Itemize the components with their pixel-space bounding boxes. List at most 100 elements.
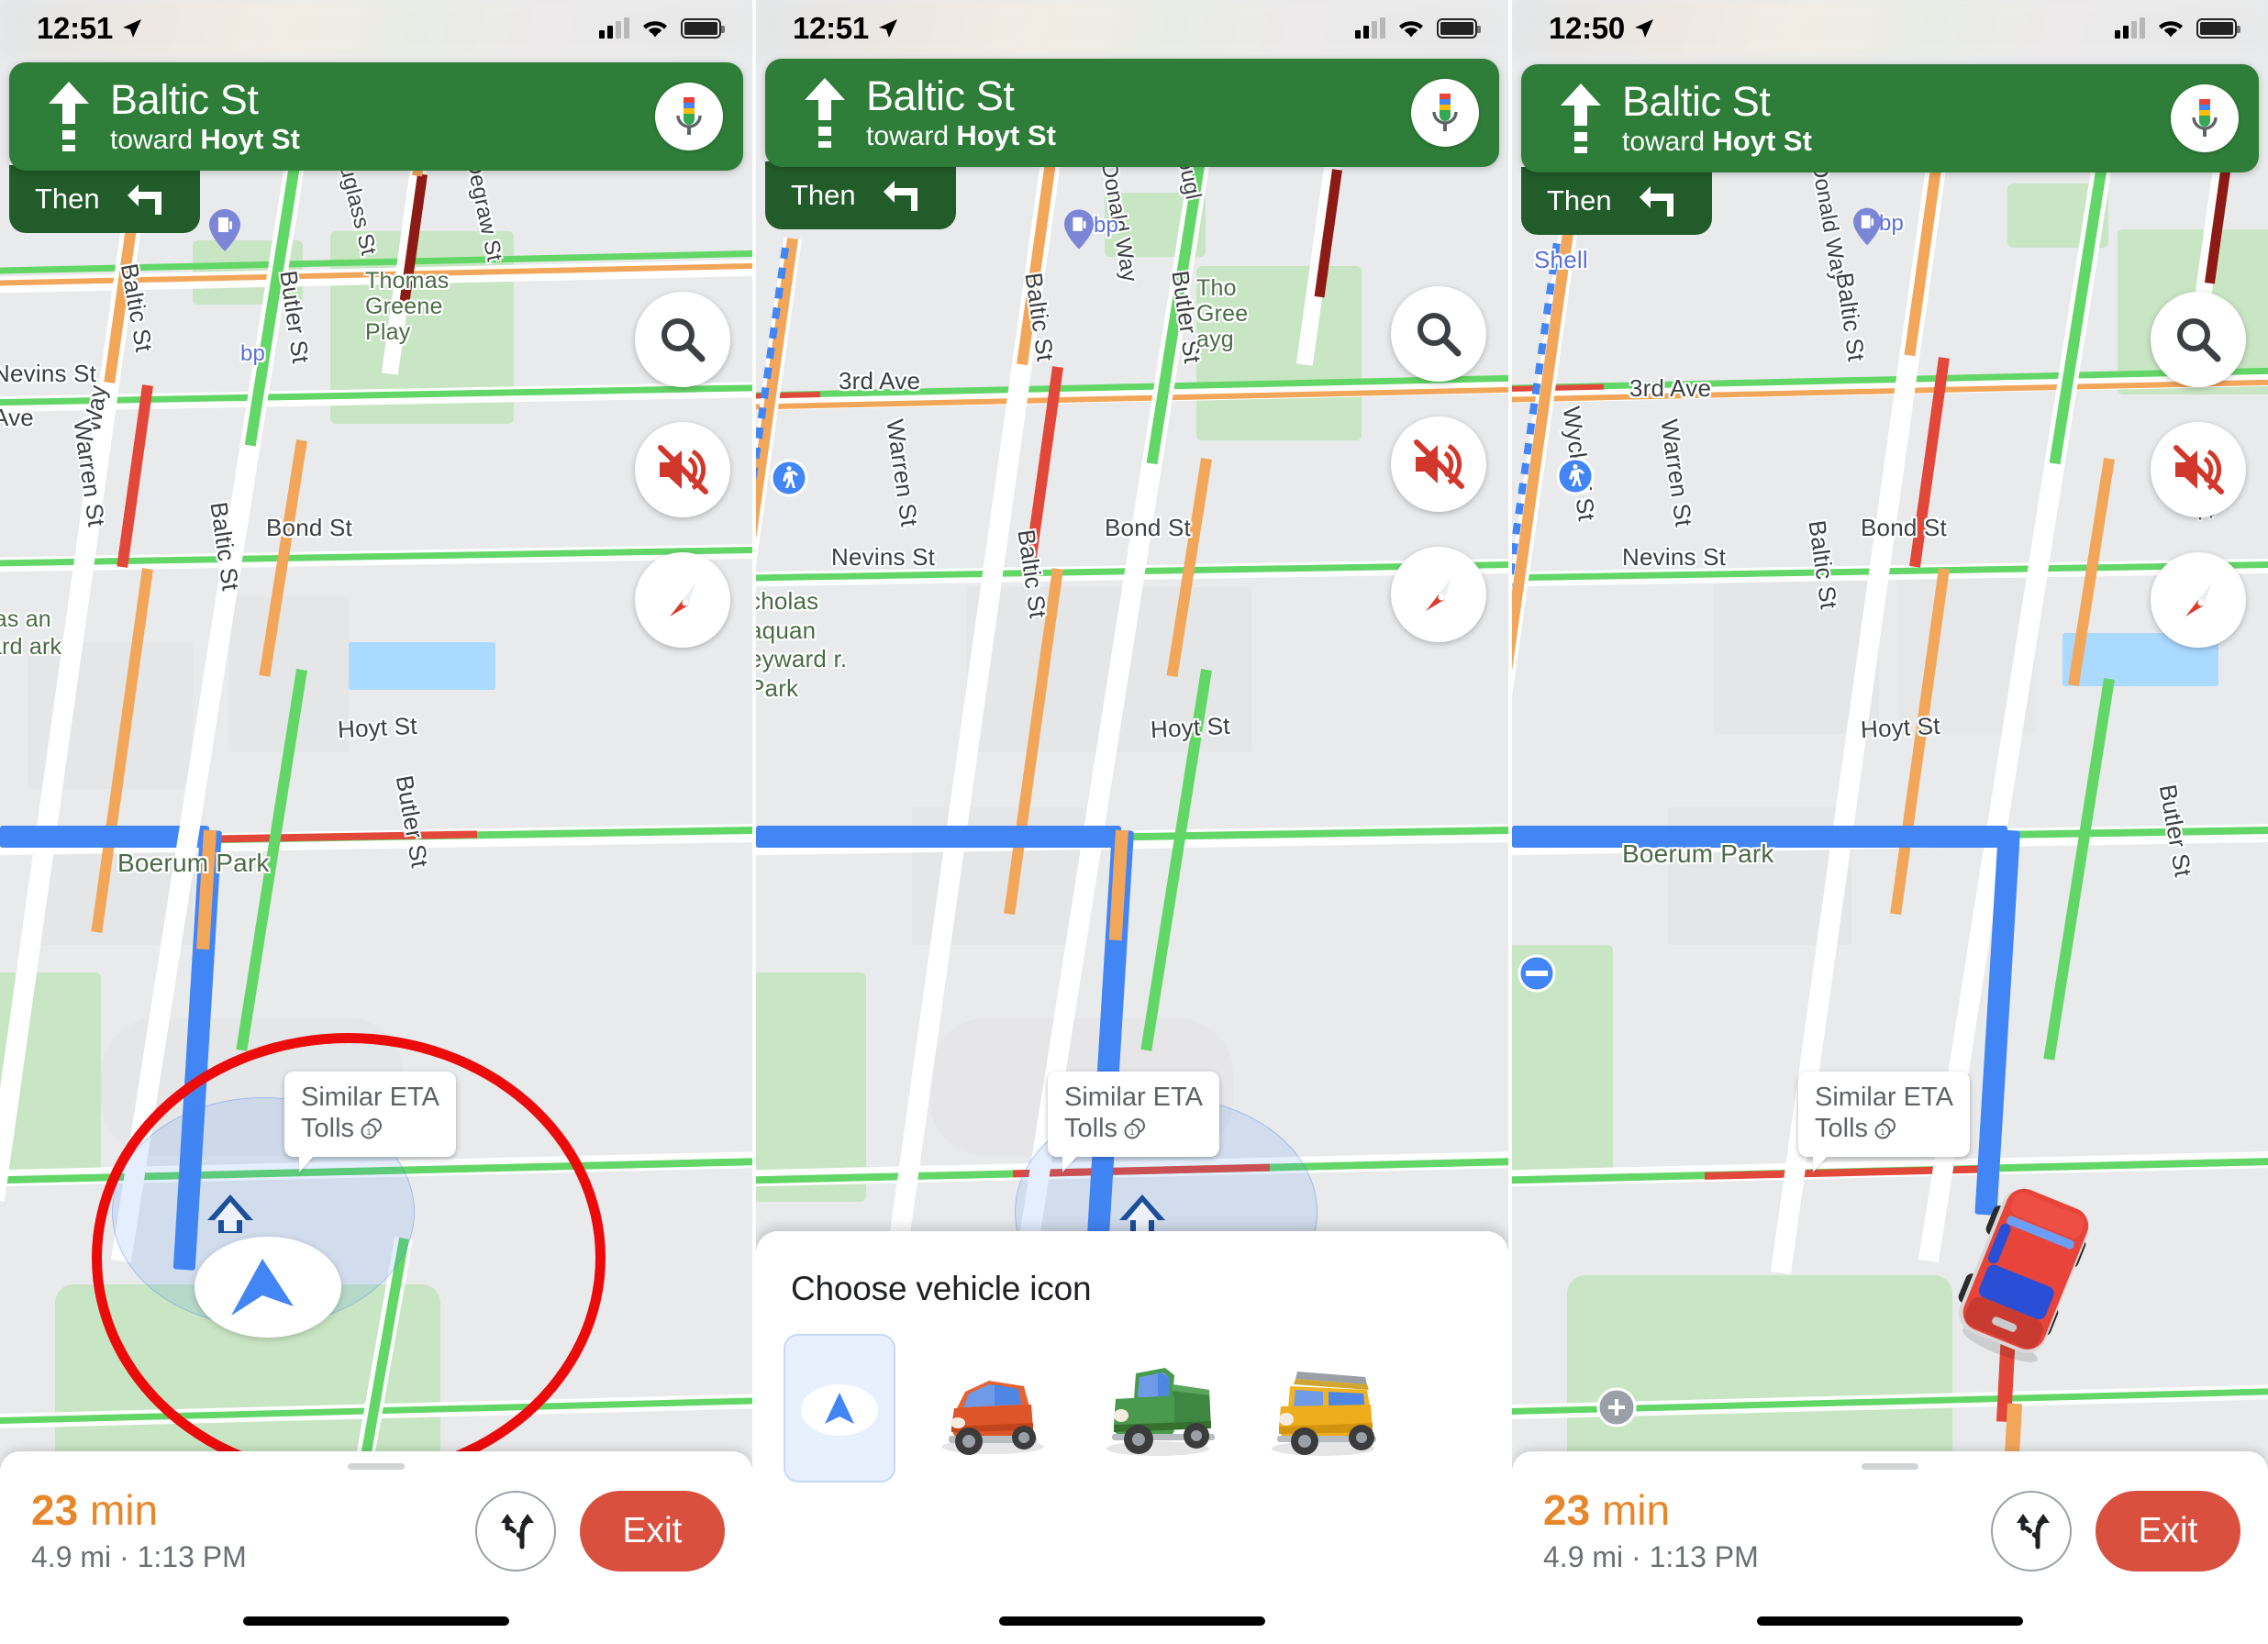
- eta-info: 23 min 4.9 mi · 1:13 PM: [1543, 1489, 1991, 1574]
- vehicle-option-pickup[interactable]: [1088, 1334, 1226, 1483]
- choose-vehicle-icon-sheet[interactable]: Choose vehicle icon: [756, 1231, 1508, 1644]
- trip-bottom-sheet[interactable]: 23 min 4.9 mi · 1:13 PM Exit: [1512, 1451, 2268, 1644]
- status-time-group: 12:51: [793, 11, 899, 46]
- mute-button[interactable]: [1391, 417, 1486, 512]
- map-label: Nevins St: [1622, 543, 1727, 571]
- compass-button[interactable]: [2151, 552, 2246, 648]
- microphone-icon[interactable]: [2171, 84, 2239, 152]
- svg-text:1: 1: [367, 1127, 372, 1137]
- navigation-text: Baltic St toward Hoyt St: [1617, 80, 2171, 156]
- park-label: Boerum Park: [1622, 839, 1774, 868]
- navigation-banner: Baltic St toward Hoyt St: [1521, 64, 2259, 172]
- map-canvas-3[interactable]: Shell 3rd Ave Willie McDonald Way Baltic…: [1512, 0, 2268, 1644]
- vehicle-option-suv[interactable]: [1253, 1334, 1391, 1483]
- sheet-grabber[interactable]: [1862, 1463, 1918, 1470]
- callout-eta-text: Similar ETA: [1815, 1083, 1953, 1112]
- battery-icon: [681, 18, 725, 39]
- nav-toward-street: Hoyt St: [200, 122, 300, 155]
- search-button[interactable]: [1391, 286, 1486, 382]
- gas-station-pin-icon[interactable]: [1064, 209, 1094, 250]
- alternate-routes-button[interactable]: [475, 1491, 556, 1572]
- microphone-icon[interactable]: [1411, 79, 1479, 147]
- svg-text:1: 1: [1130, 1127, 1135, 1137]
- then-label: Then: [1547, 184, 1612, 217]
- map-canvas-1[interactable]: Way Ave Baltic St bp Douglass St Degraw …: [0, 0, 752, 1644]
- alternate-routes-icon: [2017, 1514, 2050, 1550]
- park-label: Boerum Park: [117, 849, 270, 877]
- map-label: Hoyt St: [1860, 711, 1941, 744]
- nav-toward: toward Hoyt St: [110, 122, 655, 155]
- status-time-group: 12:50: [1549, 11, 1655, 46]
- poi-label-bp[interactable]: bp: [1094, 213, 1118, 239]
- map-label: 3rd Ave: [1629, 374, 1712, 402]
- mute-button[interactable]: [635, 422, 730, 517]
- status-bar: 12:50: [1512, 0, 2268, 57]
- nav-street-name: Baltic St: [110, 75, 259, 123]
- red-sedan-marker[interactable]: [1929, 1161, 2125, 1383]
- route-alternative-callout[interactable]: Similar ETA Tolls 1: [1798, 1072, 1970, 1158]
- then-maneuver-chip: Then: [9, 165, 200, 233]
- status-time: 12:51: [37, 11, 113, 45]
- compass-button[interactable]: [635, 552, 730, 648]
- search-button[interactable]: [2151, 292, 2246, 387]
- route-chevron-icon: [1119, 1194, 1165, 1233]
- vehicle-option-arrow[interactable]: [784, 1334, 895, 1483]
- park-label: las an ard ark: [0, 606, 62, 660]
- eta-info: 23 min 4.9 mi · 1:13 PM: [31, 1489, 475, 1574]
- red-sedan-icon: [941, 1381, 1044, 1455]
- search-button[interactable]: [635, 292, 730, 387]
- navigation-arrow-puck-icon: [801, 1384, 878, 1436]
- mute-button[interactable]: [2151, 422, 2246, 517]
- turn-left-arrow-icon: [1639, 186, 1673, 217]
- exit-navigation-button[interactable]: Exit: [580, 1491, 725, 1572]
- compass-icon: [1426, 578, 1451, 611]
- eta-duration-value: 23: [31, 1485, 79, 1534]
- callout-tolls-row: Tolls 1: [1815, 1114, 1953, 1145]
- status-indicators: [2115, 17, 2240, 39]
- gas-station-pin-icon[interactable]: [1853, 207, 1881, 246]
- navigation-text: Baltic St toward Hoyt St: [861, 74, 1411, 151]
- vehicle-option-sedan[interactable]: [923, 1334, 1061, 1483]
- coins-icon: 1: [361, 1118, 383, 1139]
- map-label: Nevins St: [0, 360, 97, 387]
- vehicle-options-list: [756, 1308, 1508, 1483]
- map-label: Warren St: [1655, 417, 1698, 528]
- eta-duration: 23 min: [31, 1489, 475, 1531]
- navigation-arrow-icon: [878, 19, 897, 38]
- cellular-signal-icon: [599, 17, 629, 39]
- sheet-grabber[interactable]: [348, 1463, 405, 1470]
- screenshot-strip: Way Ave Baltic St bp Douglass St Degraw …: [0, 0, 2268, 1644]
- eta-details: 4.9 mi · 1:13 PM: [31, 1539, 247, 1573]
- battery-icon: [2196, 18, 2240, 39]
- exit-navigation-button[interactable]: Exit: [2096, 1491, 2240, 1572]
- exit-button-label: Exit: [622, 1511, 683, 1550]
- svg-text:1: 1: [1881, 1127, 1885, 1137]
- park-label: Tho Gree ayg: [1196, 275, 1249, 352]
- route-alternative-callout[interactable]: Similar ETA Tolls 1: [284, 1072, 456, 1158]
- poi-label-bp[interactable]: bp: [1879, 211, 1904, 237]
- alternate-routes-icon: [501, 1514, 534, 1550]
- map-label: Bond St: [266, 514, 352, 541]
- vehicle-puck-arrow-icon[interactable]: [226, 1255, 297, 1321]
- status-time: 12:51: [793, 11, 869, 45]
- callout-tolls-text: Tolls: [1815, 1113, 1869, 1143]
- panel-1: Way Ave Baltic St bp Douglass St Degraw …: [0, 0, 756, 1644]
- status-time: 12:50: [1549, 11, 1625, 45]
- poi-label-bp[interactable]: bp: [240, 341, 265, 367]
- map-label: Hoyt St: [1150, 711, 1231, 744]
- nav-toward-prefix: toward: [866, 120, 957, 151]
- park-label: Thomas Greene Play: [365, 268, 450, 345]
- volume-muted-icon: [2174, 445, 2224, 494]
- microphone-icon[interactable]: [655, 83, 723, 150]
- straight-arrow-icon: [33, 82, 105, 151]
- alternate-routes-button[interactable]: [1991, 1491, 2072, 1572]
- compass-button[interactable]: [1391, 547, 1486, 642]
- then-label: Then: [791, 179, 856, 211]
- home-indicator: [243, 1616, 509, 1626]
- battery-icon: [1437, 18, 1481, 39]
- trip-bottom-sheet[interactable]: 23 min 4.9 mi · 1:13 PM Exit: [0, 1451, 752, 1644]
- gas-station-pin-icon[interactable]: [209, 209, 240, 251]
- callout-tolls-row: Tolls 1: [301, 1114, 439, 1145]
- do-not-enter-icon: [1518, 954, 1556, 993]
- route-alternative-callout[interactable]: Similar ETA Tolls 1: [1048, 1072, 1219, 1158]
